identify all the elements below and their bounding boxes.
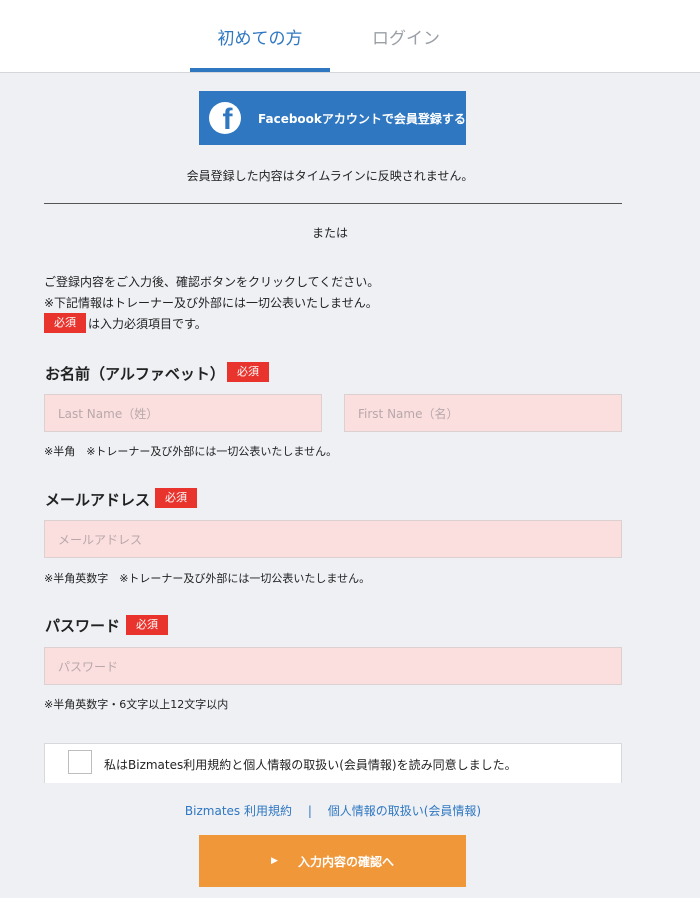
email-required-badge: 必須 [155,488,197,508]
email-input[interactable]: メールアドレス [44,520,622,558]
password-required-badge: 必須 [126,615,168,635]
name-label: お名前（アルファベット） [45,366,225,383]
terms-link[interactable]: Bizmates 利用規約 [185,804,292,818]
tab-bar: 初めての方 ログイン [0,0,700,73]
facebook-icon: f [209,102,241,134]
last-name-input[interactable]: Last Name（姓） [44,394,322,432]
name-hint: ※半角 ※トレーナー及び外部には一切公表いたしません。 [44,445,338,458]
policy-links: Bizmates 利用規約 | 個人情報の取扱い(会員情報) [0,802,666,819]
link-separator: | [307,804,312,818]
privacy-link[interactable]: 個人情報の取扱い(会員情報) [328,804,481,818]
facebook-note: 会員登録した内容はタイムラインに反映されません。 [186,169,474,183]
required-badge: 必須 [44,313,86,333]
tab-login[interactable]: ログイン [336,0,476,72]
password-input[interactable]: パスワード [44,647,622,685]
intro-line-1: ご登録内容をご入力後、確認ボタンをクリックしてください。 [44,275,380,289]
tab-first-time[interactable]: 初めての方 [190,0,330,72]
required-note: は入力必須項目です。 [88,317,207,331]
confirm-button[interactable]: ▶ 入力内容の確認へ [199,835,466,887]
facebook-icon-letter: f [222,103,233,135]
intro-line-2: ※下記情報はトレーナー及び外部には一切公表いたしません。 [44,296,378,310]
facebook-register-label: Facebookアカウントで会員登録する [258,111,466,126]
or-text: または [311,226,348,240]
agreement-text: 私はBizmates利用規約と個人情報の取扱い(会員情報)を読み同意しました。 [104,758,517,772]
divider [44,203,622,204]
password-hint: ※半角英数字・6文字以上12文字以内 [44,698,229,711]
email-hint: ※半角英数字 ※トレーナー及び外部には一切公表いたしません。 [44,572,371,585]
confirm-button-label: 入力内容の確認へ [297,854,394,869]
email-label: メールアドレス [45,492,151,509]
agreement-box: 私はBizmates利用規約と個人情報の取扱い(会員情報)を読み同意しました。 [44,743,622,783]
name-required-badge: 必須 [227,362,269,382]
agreement-checkbox[interactable] [68,750,92,774]
play-arrow-icon: ▶ [271,856,278,866]
facebook-register-button[interactable]: f Facebookアカウントで会員登録する [199,91,466,145]
password-label: パスワード [45,618,121,635]
first-name-input[interactable]: First Name（名） [344,394,622,432]
